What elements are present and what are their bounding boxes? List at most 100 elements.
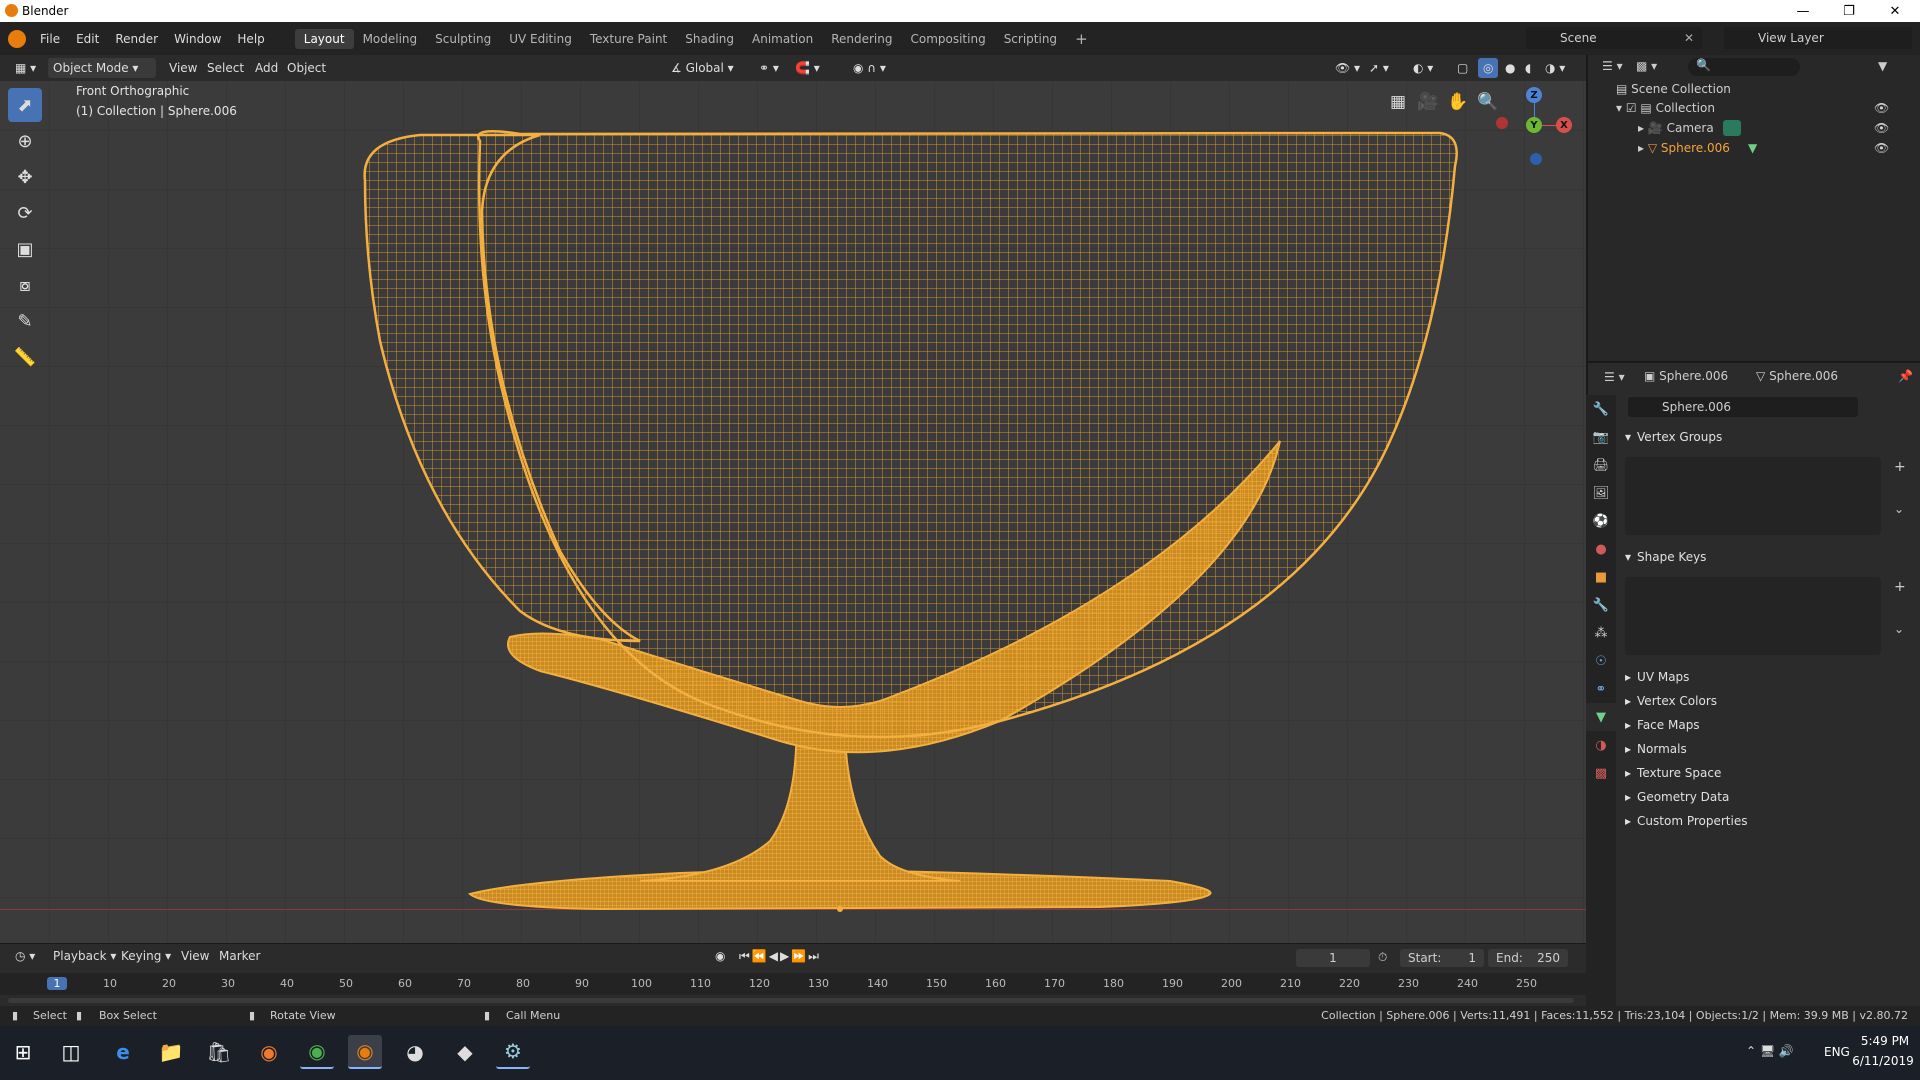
gizmo-y-icon[interactable]: Y	[1526, 117, 1542, 133]
blender-menu-icon[interactable]	[8, 29, 26, 48]
vertex-colors-panel-header[interactable]: ▸ Vertex Colors	[1617, 690, 1917, 712]
face-maps-panel-header[interactable]: ▸ Face Maps	[1617, 714, 1917, 736]
transform-orientation[interactable]: ∡ Global ▾	[666, 58, 739, 78]
transform-tool-icon[interactable]: ⧇	[8, 268, 42, 302]
outliner-search-field[interactable]: 🔍	[1688, 58, 1800, 76]
chair-wireframe[interactable]	[0, 81, 1586, 943]
scale-tool-icon[interactable]: ▣	[8, 232, 42, 266]
editor-type-icon[interactable]: ▦ ▾	[10, 58, 41, 78]
timeline-menu-view[interactable]: View	[176, 946, 214, 966]
camera-data-icon[interactable]	[1723, 120, 1741, 136]
display-mode-icon[interactable]: ▩ ▾	[1636, 59, 1657, 73]
menu-file[interactable]: File	[32, 32, 68, 46]
tab-compositing[interactable]: Compositing	[901, 29, 994, 49]
tab-shading[interactable]: Shading	[676, 29, 743, 49]
rotate-tool-icon[interactable]: ⟳	[8, 196, 42, 230]
mesh-data-tab-icon[interactable]: ▼	[1586, 703, 1616, 731]
filter-icon[interactable]: ▼	[1878, 59, 1887, 73]
vertex-groups-panel-header[interactable]: ▾ Vertex Groups	[1617, 426, 1917, 448]
visibility-eye-icon[interactable]: 👁	[1874, 121, 1889, 135]
output-tab-icon[interactable]: 🖨	[1586, 451, 1616, 479]
unreal-icon[interactable]: ◕	[398, 1035, 432, 1069]
outliner-row-camera[interactable]: ▸ 🎥 Camera 👁	[1638, 120, 1916, 136]
timeline-scrollbar[interactable]	[8, 998, 1574, 1003]
close-button[interactable]: ✕	[1872, 0, 1918, 22]
pivot-icon[interactable]: ⚭ ▾	[754, 58, 784, 78]
language-indicator[interactable]: ENG	[1824, 1045, 1850, 1059]
menu-window[interactable]: Window	[166, 32, 229, 46]
gizmo-neg-x-icon[interactable]	[1496, 117, 1508, 129]
outliner-row-sphere[interactable]: ▸ ▽ Sphere.006 ▼ 👁	[1638, 141, 1916, 155]
timeline-menu-playback[interactable]: Playback ▾	[48, 946, 121, 966]
pan-hand-icon[interactable]: ✋	[1444, 88, 1472, 116]
menu-render[interactable]: Render	[107, 32, 166, 46]
current-frame-field[interactable]: 1	[1296, 949, 1370, 967]
viewport-menu-view[interactable]: View	[164, 58, 202, 78]
snap-icon[interactable]: 🧲 ▾	[790, 58, 825, 78]
gizmo-z-icon[interactable]: Z	[1526, 87, 1542, 103]
gizmo-x-icon[interactable]: X	[1556, 117, 1572, 133]
viewport-menu-add[interactable]: Add	[250, 58, 283, 78]
menu-edit[interactable]: Edit	[68, 32, 107, 46]
viewport-menu-object[interactable]: Object	[282, 58, 331, 78]
vertex-groups-list[interactable]	[1625, 457, 1881, 535]
tab-layout[interactable]: Layout	[294, 28, 354, 49]
firefox-icon[interactable]: ◉	[252, 1035, 286, 1069]
texture-tab-icon[interactable]: ▩	[1586, 759, 1616, 787]
outliner-row-collection[interactable]: ▾ ☑ ▤ Collection 👁	[1616, 101, 1916, 115]
file-explorer-icon[interactable]: 📁	[154, 1035, 188, 1069]
mode-selector[interactable]: Object Mode ▾	[48, 58, 156, 78]
visibility-eye-icon[interactable]: 👁	[1874, 101, 1889, 115]
move-tool-icon[interactable]: ✥	[8, 160, 42, 194]
menu-help[interactable]: Help	[229, 32, 272, 46]
texture-space-panel-header[interactable]: ▸ Texture Space	[1617, 762, 1917, 784]
tab-sculpting[interactable]: Sculpting	[426, 29, 500, 49]
annotate-tool-icon[interactable]: ✎	[8, 304, 42, 338]
clock-time[interactable]: 5:49 PM	[1856, 1034, 1914, 1048]
blender-taskbar-icon[interactable]: ◉	[348, 1035, 382, 1069]
measure-tool-icon[interactable]: 📏	[8, 340, 42, 374]
material-tab-icon[interactable]: ◑	[1586, 731, 1616, 759]
mesh-datablock-field[interactable]: Sphere.006	[1628, 397, 1858, 417]
zoom-icon[interactable]: 🔍	[1474, 88, 1502, 116]
chrome-icon[interactable]: ◉	[300, 1035, 334, 1069]
viewport-menu-select[interactable]: Select	[202, 58, 249, 78]
xray-toggle-icon[interactable]: ▢	[1452, 58, 1473, 78]
tab-texture-paint[interactable]: Texture Paint	[581, 29, 676, 49]
tab-scripting[interactable]: Scripting	[995, 29, 1066, 49]
shape-keys-list[interactable]	[1625, 577, 1881, 655]
camera-view-icon[interactable]: 🎥	[1414, 88, 1442, 116]
custom-properties-panel-header[interactable]: ▸ Custom Properties	[1617, 810, 1917, 832]
wireframe-shading-icon[interactable]: ◎	[1478, 58, 1499, 78]
gizmo-neg-z-icon[interactable]	[1530, 153, 1542, 165]
rendered-shading-icon[interactable]: ◑ ▾	[1540, 58, 1570, 78]
solid-shading-icon[interactable]: ●	[1500, 58, 1520, 78]
world-tab-icon[interactable]: ●	[1586, 535, 1616, 563]
tab-rendering[interactable]: Rendering	[822, 29, 901, 49]
vertex-group-menu-icon[interactable]: ⌄	[1894, 502, 1904, 516]
system-tray-icons[interactable]: ⌃ 🖥 🔊	[1746, 1044, 1794, 1058]
proportional-edit-icon[interactable]: ◉ ∩ ▾	[848, 58, 891, 78]
3d-viewport[interactable]: Front Orthographic (1) Collection | Sphe…	[0, 81, 1586, 943]
gizmo-toggle-icon[interactable]: ➚ ▾	[1364, 58, 1394, 78]
pin-icon[interactable]: 📌	[1898, 369, 1913, 383]
modifier-tab-icon[interactable]: 🔧	[1586, 591, 1616, 619]
minimize-button[interactable]: —	[1780, 0, 1826, 22]
mesh-data-icon[interactable]: ▼	[1748, 141, 1757, 155]
geometry-data-panel-header[interactable]: ▸ Geometry Data	[1617, 786, 1917, 808]
select-box-tool-icon[interactable]: ⬈	[8, 88, 42, 122]
windows-start-icon[interactable]: ⊞	[6, 1035, 40, 1069]
particles-tab-icon[interactable]: ⁂	[1586, 619, 1616, 647]
scene-selector[interactable]: Scene ✕	[1526, 27, 1702, 49]
stopwatch-icon[interactable]: ⏱	[1378, 950, 1387, 965]
visibility-eye-icon[interactable]: 👁	[1874, 141, 1889, 155]
unity-icon[interactable]: ◆	[448, 1035, 482, 1069]
restore-button[interactable]: ❐	[1826, 0, 1872, 22]
app-icon[interactable]: ⚙	[496, 1035, 530, 1069]
visibility-icon[interactable]: 👁 ▾	[1330, 58, 1365, 78]
object-tab-icon[interactable]: ■	[1586, 563, 1616, 591]
timeline-ruler[interactable]: 1 10 20 30 40 50 60 70 80 90 100 110 120 130 140 150 160…	[0, 973, 1586, 995]
scene-remove-icon[interactable]: ✕	[1684, 31, 1694, 45]
view-layer-tab-icon[interactable]: 🖼	[1586, 479, 1616, 507]
uv-maps-panel-header[interactable]: ▸ UV Maps	[1617, 666, 1917, 688]
